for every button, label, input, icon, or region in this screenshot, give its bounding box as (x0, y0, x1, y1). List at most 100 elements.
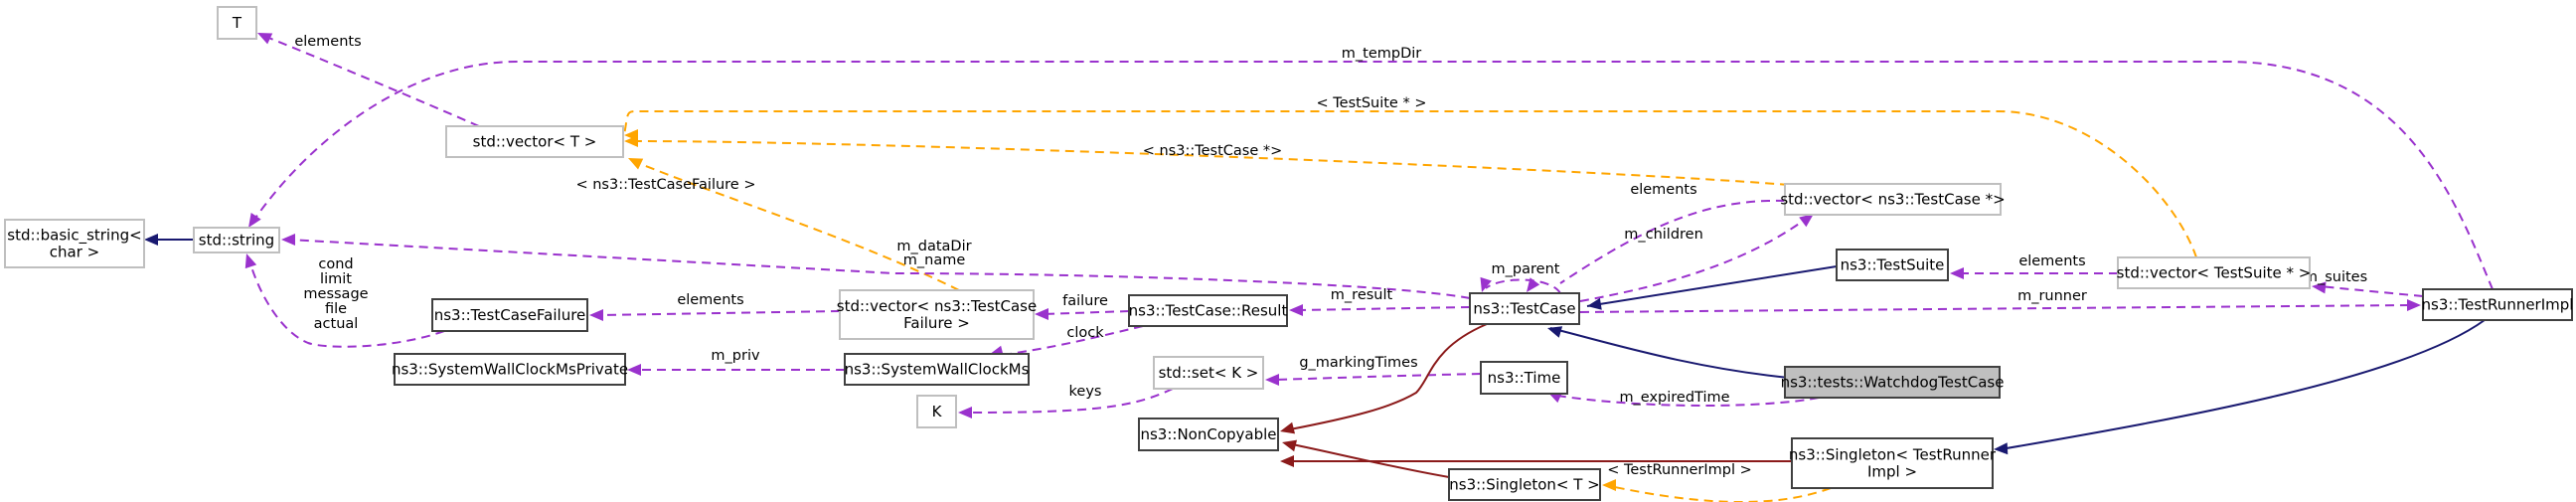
edge-line (2000, 319, 2486, 450)
edge-TestCase-to-string (281, 234, 1471, 299)
edge-label: clock (1066, 325, 1104, 341)
arrowhead-icon (1280, 455, 1294, 467)
edge-line (1043, 310, 1130, 315)
node-label: char > (50, 244, 99, 261)
edge-TestCase-to-TestRunnerImpl (1579, 299, 2421, 313)
edge-label: m_priv (711, 348, 760, 364)
node-label: ns3::Singleton< TestRunner (1789, 446, 1997, 464)
node-label: ns3::SystemWallClockMsPrivate (392, 361, 628, 379)
edge-line (596, 310, 841, 316)
node-label: std::vector< ns3::TestCase *> (1780, 191, 2005, 209)
edge-line (265, 36, 480, 127)
edge-label: limit (320, 271, 352, 287)
node-swcms[interactable]: ns3::SystemWallClockMs (844, 353, 1030, 386)
edge-Time-to-setK (1265, 373, 1482, 386)
edge-label: m_expiredTime (1619, 390, 1729, 406)
node-testsuite[interactable]: ns3::TestSuite (1836, 249, 1949, 281)
arrowhead-icon (1547, 326, 1563, 338)
node-label: ns3::Singleton< T > (1449, 476, 1600, 494)
node-setk[interactable]: std::set< K > (1153, 356, 1264, 390)
arrowhead-icon (2407, 299, 2421, 311)
node-string[interactable]: std::string (193, 227, 280, 253)
arrowhead-icon (958, 407, 972, 418)
node-label: T (232, 14, 242, 32)
edge-line (1296, 306, 1471, 311)
node-vectorts[interactable]: std::vector< TestSuite * > (2117, 256, 2312, 289)
arrowhead-icon (281, 234, 295, 246)
edge-label: keys (1069, 384, 1102, 400)
node-singletont[interactable]: ns3::Singleton< T > (1448, 468, 1601, 501)
node-t[interactable]: T (217, 6, 257, 40)
edge-Watchdog-to-TestCase (1547, 326, 1790, 379)
node-label: Failure > (903, 314, 970, 332)
arrowhead-icon (1289, 304, 1303, 316)
edge-labels-layer: elementsm_tempDir< TestSuite * >< ns3::T… (294, 34, 2367, 478)
edge-line (1549, 327, 1790, 379)
arrowhead-icon (628, 158, 644, 170)
node-testrunnerimpl[interactable]: ns3::TestRunnerImpl (2422, 288, 2574, 321)
node-label: ns3::TestCase::Result (1129, 302, 1288, 320)
edge-label: m_result (1331, 287, 1393, 303)
node-time[interactable]: ns3::Time (1480, 361, 1568, 395)
node-label: ns3::NonCopyable (1140, 425, 1276, 443)
edge-TestSuite-to-TestCase (1586, 265, 1838, 310)
edge-line (2319, 285, 2424, 297)
edge-line (1586, 265, 1838, 307)
node-label: ns3::tests::WatchdogTestCase (1781, 374, 2005, 392)
node-result[interactable]: ns3::TestCase::Result (1128, 294, 1288, 327)
node-label: Impl > (1867, 463, 1917, 481)
arrowhead-icon (627, 364, 641, 376)
arrowhead-icon (1480, 276, 1492, 292)
edge-SWCMs-to-SWCMsPrivate (627, 364, 845, 376)
node-label: ns3::TestCaseFailure (434, 306, 586, 324)
edge-label: cond (318, 256, 353, 272)
node-testcasefailure[interactable]: ns3::TestCaseFailure (431, 298, 588, 332)
edge-label: message (303, 286, 368, 302)
arrowhead-icon (1587, 297, 1602, 310)
arrowhead-icon (248, 213, 261, 228)
node-singletontri[interactable]: ns3::Singleton< TestRunnerImpl > (1789, 437, 1997, 489)
arrowhead-icon (1280, 421, 1296, 434)
arrowhead-icon (244, 253, 257, 269)
node-vectortcf[interactable]: std::vector< ns3::TestCaseFailure > (837, 289, 1037, 340)
edge-line (1272, 373, 1482, 381)
edge-label: elements (2018, 253, 2085, 269)
node-label: ns3::Time (1488, 369, 1561, 387)
edge-TestCase-to-Result (1289, 304, 1471, 316)
node-testcase[interactable]: ns3::TestCase (1469, 292, 1580, 325)
edge-label: < TestRunnerImpl > (1607, 462, 1752, 478)
edge-label: m_parent (1492, 261, 1560, 277)
edge-setK-to-K (958, 388, 1174, 418)
edge-SingletonT-to-NonCopyable (1282, 439, 1450, 478)
node-vectort[interactable]: std::vector< T > (445, 125, 624, 158)
arrowhead-icon (144, 234, 158, 246)
node-label: std::vector< ns3::TestCase (837, 297, 1037, 315)
node-vectortc[interactable]: std::vector< ns3::TestCase *> (1780, 183, 2006, 216)
edge-label: elements (677, 292, 743, 308)
edge-TestCase-to-TestCase (1480, 276, 1561, 294)
edge-label: m_runner (2017, 288, 2087, 304)
edge-line (1485, 278, 1561, 294)
node-label: std::vector< TestSuite * > (2117, 264, 2312, 282)
node-k[interactable]: K (916, 395, 957, 428)
node-label: K (932, 403, 943, 420)
edge-vectorT-to-T (257, 33, 480, 127)
edge-label: file (325, 301, 347, 317)
arrowhead-icon (1265, 374, 1279, 386)
edge-TestRunnerImpl-to-SingletonTRI (1994, 319, 2486, 455)
node-noncopyable[interactable]: ns3::NonCopyable (1138, 418, 1279, 451)
arrowhead-icon (589, 309, 603, 321)
edge-label: < ns3::TestCase *> (1143, 143, 1283, 159)
node-swcmsprivate[interactable]: ns3::SystemWallClockMsPrivate (392, 353, 628, 386)
node-label: ns3::TestSuite (1841, 256, 1945, 274)
edge-label: m_children (1624, 227, 1703, 243)
edge-label: g_markingTimes (1299, 355, 1417, 371)
node-watchdog[interactable]: ns3::tests::WatchdogTestCase (1781, 366, 2005, 399)
arrowhead-icon (1950, 267, 1964, 279)
node-basic_string[interactable]: std::basic_string<char > (4, 219, 145, 268)
edge-label: actual (314, 316, 359, 332)
arrowhead-icon (1994, 442, 2009, 455)
edge-vectorTC-to-TestCase (1527, 199, 1786, 292)
edge-label: elements (294, 34, 361, 50)
edge-label: failure (1062, 293, 1108, 309)
